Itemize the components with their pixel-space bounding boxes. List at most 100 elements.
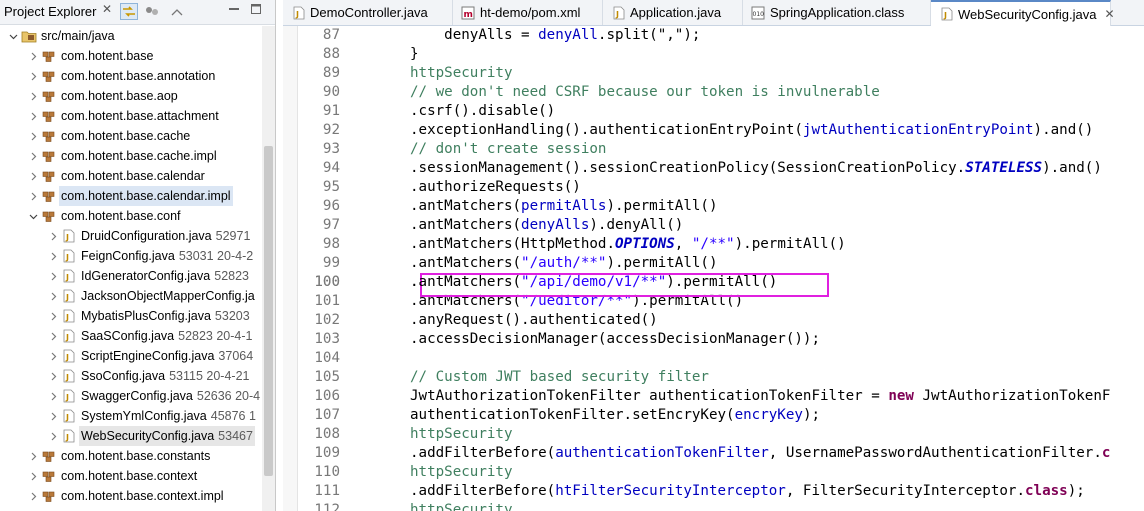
editor-tab[interactable]: m ht-demo/pom.xml [453, 0, 603, 25]
code-line[interactable]: 99 .antMatchers("/auth/**").permitAll() [297, 254, 1144, 273]
tree-item-file[interactable]: J SsoConfig.java 53115 20-4-21 [0, 366, 262, 386]
line-number: 87 [322, 27, 340, 43]
chevron-right-icon[interactable] [28, 86, 38, 106]
tree-item-package[interactable]: com.hotent.base.aop [0, 86, 262, 106]
chevron-right-icon[interactable] [48, 366, 58, 386]
chevron-right-icon[interactable] [28, 466, 38, 486]
code-line[interactable]: 102 .anyRequest().authenticated() [297, 311, 1144, 330]
code-line[interactable]: 104 [297, 349, 1144, 368]
chevron-right-icon[interactable] [28, 486, 38, 506]
code-line[interactable]: 111 .addFilterBefore(htFilterSecurityInte… [297, 482, 1144, 501]
view-menu-icon[interactable] [144, 3, 162, 20]
code-line[interactable]: 110 httpSecurity [297, 463, 1144, 482]
tree-item-name: DruidConfiguration.java [81, 229, 212, 243]
chevron-right-icon[interactable] [48, 326, 58, 346]
line-number: 101 [314, 293, 340, 309]
code-line[interactable]: 108 httpSecurity [297, 425, 1144, 444]
code-line[interactable]: 98 .antMatchers(HttpMethod.OPTIONS, "/**"… [297, 235, 1144, 254]
chevron-right-icon[interactable] [48, 246, 58, 266]
tree-item-package[interactable]: com.hotent.base.calendar [0, 166, 262, 186]
code-line[interactable]: 94 .sessionManagement().sessionCreationPo… [297, 159, 1144, 178]
tree-item-file[interactable]: J SwaggerConfig.java 52636 20-4 [0, 386, 262, 406]
chevron-right-icon[interactable] [28, 46, 38, 66]
code-line[interactable]: 87 denyAlls = denyAll.split(","); [297, 26, 1144, 45]
tree-item-file[interactable]: J IdGeneratorConfig.java 52823 [0, 266, 262, 286]
code-area[interactable]: 87 denyAlls = denyAll.split(","); 88} 89 ht… [297, 26, 1144, 511]
chevron-right-icon[interactable] [48, 346, 58, 366]
tree-item-package[interactable]: com.hotent.base.context [0, 466, 262, 486]
chevron-right-icon[interactable] [48, 406, 58, 426]
editor-tab[interactable]: J DemoController.java [283, 0, 453, 25]
highlighted-code-line[interactable]: 100 .antMatchers("/api/demo/v1/**").permi… [297, 273, 1144, 292]
tree-item-package[interactable]: com.hotent.base.constants [0, 446, 262, 466]
tree-item-package[interactable]: com.hotent.base.conf [0, 206, 262, 226]
code-line[interactable]: 88} [297, 45, 1144, 64]
tree-item-file[interactable]: J FeignConfig.java 53031 20-4-2 [0, 246, 262, 266]
close-tab-icon[interactable]: ✕ [1105, 7, 1115, 21]
chevron-right-icon[interactable] [28, 446, 38, 466]
code-token: ).permitAll() [606, 255, 718, 271]
chevron-right-icon[interactable] [48, 426, 58, 446]
chevron-right-icon[interactable] [28, 126, 38, 146]
tree-item-package[interactable]: com.hotent.base.context.impl [0, 486, 262, 506]
code-line[interactable]: 92 .exceptionHandling().authenticationEnt… [297, 121, 1144, 140]
chevron-down-icon[interactable] [8, 26, 18, 46]
editor-tab[interactable]: 010 SpringApplication.class [743, 0, 931, 25]
chevron-right-icon[interactable] [48, 306, 58, 326]
code-editor[interactable]: 87 denyAlls = denyAll.split(","); 88} 89 ht… [283, 26, 1144, 511]
maximize-view-icon[interactable] [250, 3, 262, 18]
chevron-right-icon[interactable] [28, 186, 38, 206]
code-line[interactable]: 95 .authorizeRequests() [297, 178, 1144, 197]
tree-item-file[interactable]: J JacksonObjectMapperConfig.ja [0, 286, 262, 306]
chevron-right-icon[interactable] [48, 226, 58, 246]
chevron-right-icon[interactable] [48, 286, 58, 306]
tree-item-source-folder[interactable]: src/main/java [0, 26, 262, 46]
code-line[interactable]: 89 httpSecurity [297, 64, 1144, 83]
code-line[interactable]: 97 .antMatchers(denyAlls).denyAll() [297, 216, 1144, 235]
tree-scrollbar[interactable] [262, 26, 275, 511]
code-line[interactable]: 103 .accessDecisionManager(accessDecision… [297, 330, 1144, 349]
code-line[interactable]: 107 authenticationTokenFilter.setEncryKey… [297, 406, 1144, 425]
tree-item-file[interactable]: J WebSecurityConfig.java 53467 [0, 426, 262, 446]
code-line[interactable]: 93 // don't create session [297, 140, 1144, 159]
tree-item-file[interactable]: J MybatisPlusConfig.java 53203 [0, 306, 262, 326]
chevron-right-icon[interactable] [48, 266, 58, 286]
chevron-down-icon[interactable] [28, 206, 38, 226]
tree-scroll-thumb[interactable] [264, 146, 273, 476]
tree-item-file[interactable]: J DruidConfiguration.java 52971 [0, 226, 262, 246]
code-line[interactable]: 96 .antMatchers(permitAlls).permitAll() [297, 197, 1144, 216]
tree-item-package[interactable]: com.hotent.base.attachment [0, 106, 262, 126]
tree-item-package[interactable]: com.hotent.base [0, 46, 262, 66]
code-text: .antMatchers(HttpMethod.OPTIONS, "/**").… [410, 235, 846, 254]
chevron-right-icon[interactable] [28, 146, 38, 166]
java-file-icon: J [61, 429, 77, 443]
chevron-right-icon[interactable] [28, 66, 38, 86]
code-text: // we don't need CSRF because our token … [410, 83, 880, 102]
close-view-icon[interactable]: ✕ [102, 2, 112, 16]
code-line[interactable]: 112 httpSecurity [297, 501, 1144, 511]
code-line[interactable]: 105 // Custom JWT based security filter [297, 368, 1144, 387]
chevron-right-icon[interactable] [28, 106, 38, 126]
tree-item-package[interactable]: com.hotent.base.cache [0, 126, 262, 146]
tree-item-package[interactable]: com.hotent.base.cache.impl [0, 146, 262, 166]
minimize-view-icon[interactable] [228, 3, 240, 18]
collapse-all-icon[interactable] [168, 3, 186, 20]
chevron-right-icon[interactable] [28, 166, 38, 186]
code-line[interactable]: 106 JwtAuthorizationTokenFilter authentic… [297, 387, 1144, 406]
code-text: .antMatchers(permitAlls).permitAll() [410, 197, 718, 216]
project-tree[interactable]: src/main/java com.hotent.base com.hotent.b… [0, 26, 262, 511]
editor-tab[interactable]: J WebSecurityConfig.java ✕ [931, 0, 1115, 26]
code-token: httpSecurity [410, 426, 513, 442]
chevron-right-icon[interactable] [48, 386, 58, 406]
line-number: 103 [314, 331, 340, 347]
tree-item-package[interactable]: com.hotent.base.annotation [0, 66, 262, 86]
link-with-editor-icon[interactable] [120, 3, 138, 20]
code-line[interactable]: 109 .addFilterBefore(authenticationTokenF… [297, 444, 1144, 463]
tree-item-file[interactable]: J SaaSConfig.java 52823 20-4-1 [0, 326, 262, 346]
editor-tab[interactable]: J Application.java [603, 0, 743, 25]
code-line[interactable]: 91 .csrf().disable() [297, 102, 1144, 121]
tree-item-file[interactable]: J SystemYmlConfig.java 45876 1 [0, 406, 262, 426]
tree-item-package[interactable]: com.hotent.base.calendar.impl [0, 186, 262, 206]
tree-item-file[interactable]: J ScriptEngineConfig.java 37064 [0, 346, 262, 366]
code-line[interactable]: 90 // we don't need CSRF because our toke… [297, 83, 1144, 102]
